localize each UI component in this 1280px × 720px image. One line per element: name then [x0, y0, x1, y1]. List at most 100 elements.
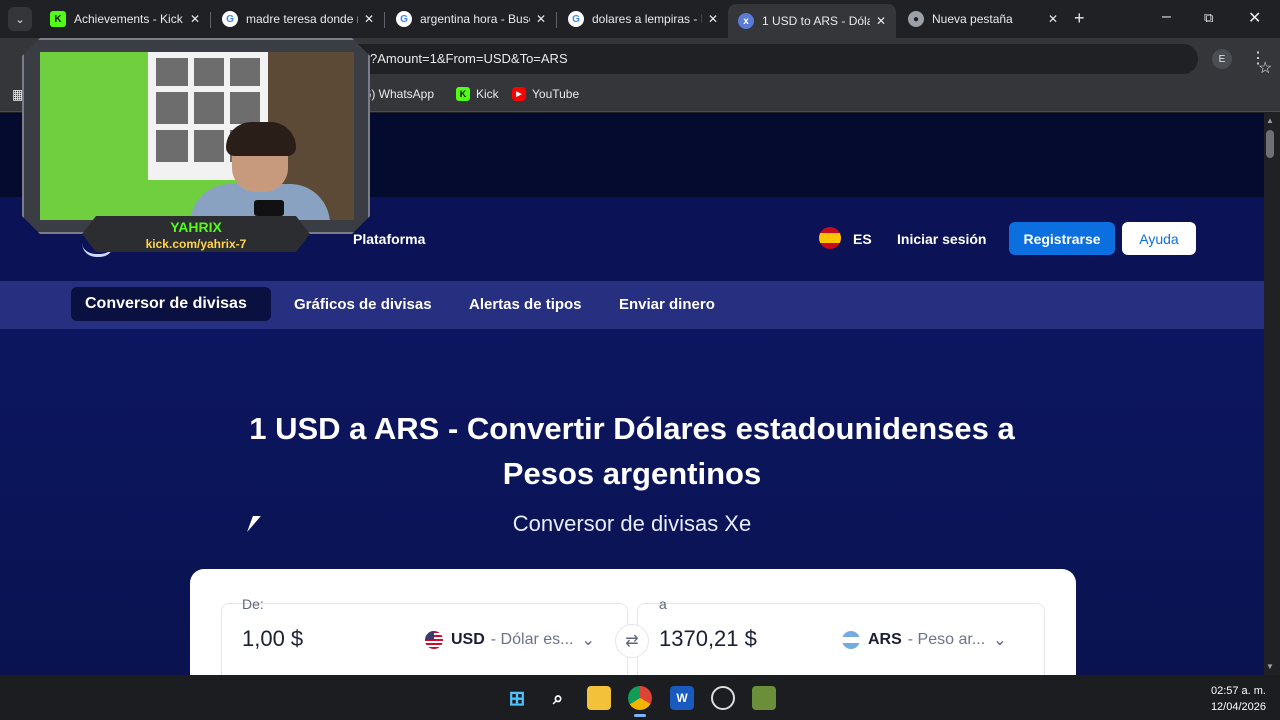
from-currency-name: - Dólar es...	[490, 631, 574, 648]
page-title-line1: 1 USD a ARS - Convertir Dólares estadoun…	[249, 411, 1015, 446]
tab-separator	[384, 12, 385, 28]
from-label: De:	[242, 596, 264, 612]
from-currency-select[interactable]: USD - Dólar es... ⌄	[425, 630, 595, 650]
language-selector[interactable]: ES	[853, 231, 872, 247]
webcam-overlay: YAHRIX kick.com/yahrix-7	[22, 38, 370, 252]
restore-button[interactable]: ⧉	[1204, 10, 1213, 26]
tab-title: madre teresa donde n	[246, 12, 358, 26]
window-pane	[194, 58, 224, 86]
help-button[interactable]: Ayuda	[1122, 222, 1196, 255]
window-pane	[194, 92, 224, 124]
from-amount-value[interactable]: 1,00 $	[242, 626, 303, 652]
argentina-flag-icon	[842, 631, 860, 649]
chevron-down-icon: ⌄	[993, 632, 1007, 649]
google-icon: G	[396, 11, 412, 27]
spain-flag-icon[interactable]	[819, 227, 841, 249]
kick-icon: K	[50, 11, 66, 27]
scrollbar-thumb[interactable]	[1266, 130, 1274, 158]
tab-separator	[210, 12, 211, 28]
new-tab-button[interactable]: +	[1074, 8, 1085, 29]
webcam-person-hair	[226, 122, 296, 156]
close-icon[interactable]: ✕	[708, 12, 718, 26]
close-icon[interactable]: ✕	[536, 12, 546, 26]
swap-currencies-button[interactable]: ⇄	[615, 624, 649, 658]
streamer-name: YAHRIX	[170, 219, 222, 235]
to-label: a	[659, 596, 667, 612]
search-icon[interactable]: ⌕	[546, 686, 570, 710]
obs-icon[interactable]	[711, 686, 735, 710]
tab-achievements[interactable]: K Achievements - Kick ✕	[40, 5, 210, 33]
from-currency-code: USD	[451, 631, 485, 648]
swap-icon: ⇄	[625, 633, 639, 650]
profile-avatar[interactable]: E	[1212, 49, 1232, 69]
youtube-icon: ▶	[512, 87, 526, 101]
window-pane	[156, 130, 188, 162]
tab-title: dolares a lempiras - I	[592, 12, 702, 26]
login-link[interactable]: Iniciar sesión	[897, 231, 986, 247]
chevron-down-icon: ⌄	[581, 632, 595, 649]
tab-usd-ars[interactable]: x 1 USD to ARS - Dólar ✕	[728, 4, 896, 38]
tab-nueva-pestana[interactable]: ● Nueva pestaña ✕	[898, 5, 1068, 33]
tab-strip: ⌄ K Achievements - Kick ✕ G madre teresa…	[0, 0, 1280, 38]
tab-conversor-divisas[interactable]: Conversor de divisas	[85, 295, 247, 313]
bookmark-youtube[interactable]: ▶ YouTube	[512, 87, 579, 101]
minimize-button[interactable]: –	[1162, 8, 1171, 26]
xe-icon: x	[738, 13, 754, 29]
to-currency-name: - Peso ar...	[907, 631, 986, 648]
close-icon[interactable]: ✕	[190, 12, 200, 26]
bookmark-kick[interactable]: K Kick	[456, 87, 499, 101]
bookmark-label: YouTube	[532, 87, 580, 101]
minecraft-icon[interactable]	[752, 686, 776, 710]
chrome-icon[interactable]	[628, 686, 652, 710]
kick-icon: K	[456, 87, 470, 101]
tab-madre-teresa[interactable]: G madre teresa donde n ✕	[212, 5, 384, 33]
register-button[interactable]: Registrarse	[1009, 222, 1115, 255]
clock-date: 12/04/2026	[1210, 701, 1266, 713]
browser-menu-icon[interactable]: ⋮	[1250, 48, 1266, 68]
page-scrollbar[interactable]	[1264, 113, 1280, 675]
window-pane	[156, 92, 188, 124]
clock-time: 02:57 a. m.	[1210, 685, 1266, 697]
google-icon: G	[222, 11, 238, 27]
page-title-line2: Pesos argentinos	[502, 456, 762, 491]
active-app-indicator	[634, 714, 646, 717]
window-pane	[230, 58, 260, 86]
window-pane	[194, 130, 224, 162]
chrome-icon: ●	[908, 11, 924, 27]
google-icon: G	[568, 11, 584, 27]
sub-navigation: Conversor de divisas Gráficos de divisas…	[0, 281, 1264, 329]
scroll-up-icon[interactable]: ▲	[1266, 116, 1274, 125]
profile-initial: E	[1218, 53, 1226, 65]
scroll-down-icon[interactable]: ▼	[1266, 662, 1274, 671]
tab-enviar-dinero[interactable]: Enviar dinero	[619, 296, 715, 313]
tab-search-button[interactable]: ⌄	[8, 7, 32, 31]
to-amount-value[interactable]: 1370,21 $	[659, 626, 757, 652]
streamer-link: kick.com/yahrix-7	[145, 237, 247, 251]
bookmark-label: Kick	[476, 87, 499, 101]
close-icon[interactable]: ✕	[1048, 12, 1058, 26]
close-window-button[interactable]: ✕	[1248, 8, 1261, 28]
file-explorer-icon[interactable]	[587, 686, 611, 710]
tab-title: Nueva pestaña	[932, 12, 1013, 26]
close-icon[interactable]: ✕	[876, 14, 886, 28]
url-text: ?Amount=1&From=USD&To=ARS	[370, 51, 568, 66]
page-subtitle: Conversor de divisas Xe	[512, 511, 752, 536]
tab-graficos-divisas[interactable]: Gráficos de divisas	[294, 296, 432, 313]
to-currency-select[interactable]: ARS - Peso ar... ⌄	[842, 630, 1007, 650]
tab-title: Achievements - Kick	[74, 12, 183, 26]
window-pane	[230, 92, 260, 124]
us-flag-icon	[425, 631, 443, 649]
chevron-down-icon: ⌄	[15, 13, 25, 26]
phone-icon	[254, 200, 284, 216]
windows-start-icon[interactable]: ⊞	[505, 686, 529, 710]
webcam-video	[40, 52, 354, 220]
system-clock[interactable]: 02:57 a. m. 12/04/2026	[1196, 683, 1266, 715]
page-title: 1 USD a ARS - Convertir Dólares estadoun…	[132, 406, 1132, 496]
close-icon[interactable]: ✕	[364, 12, 374, 26]
tab-title: argentina hora - Busc	[420, 12, 530, 26]
window-pane	[156, 58, 188, 86]
word-icon[interactable]: W	[670, 686, 694, 710]
tab-alertas-tipos[interactable]: Alertas de tipos	[469, 296, 582, 313]
tab-argentina-hora[interactable]: G argentina hora - Busc ✕	[386, 5, 556, 33]
tab-dolares-lempiras[interactable]: G dolares a lempiras - I ✕	[558, 5, 728, 33]
